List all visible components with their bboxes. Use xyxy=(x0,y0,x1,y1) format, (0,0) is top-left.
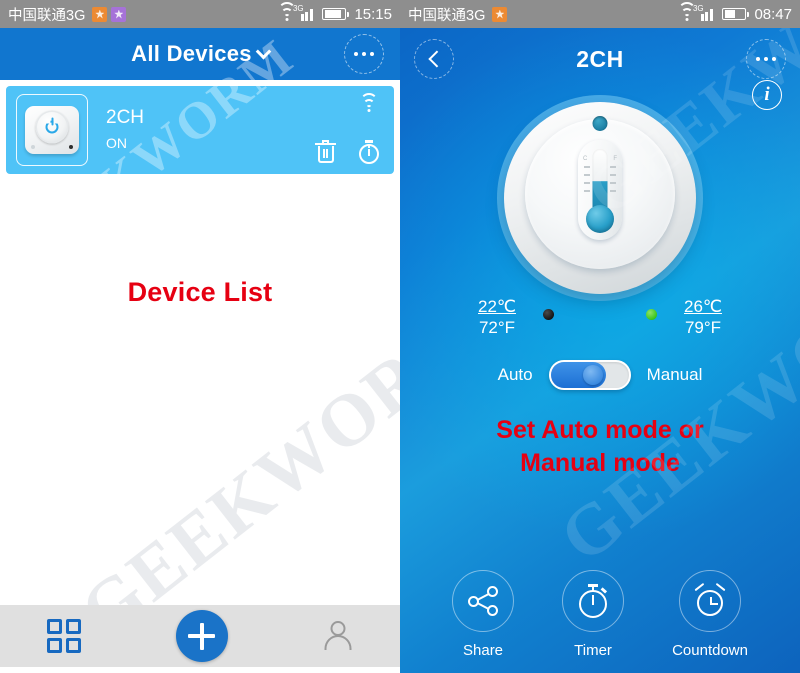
low-temp-fahrenheit: 72°F xyxy=(478,318,516,337)
mode-selector-row: Auto Manual xyxy=(400,360,800,390)
device-name: 2CH xyxy=(106,107,145,128)
chevron-down-icon xyxy=(255,43,272,59)
carrier-label: 中国联通3G xyxy=(408,7,486,24)
status-bar-right: 中国联通3G 3G 08:47 xyxy=(400,0,800,28)
nav-bottom-strip xyxy=(0,667,400,673)
app-header-left: All Devices xyxy=(0,28,400,80)
screenshot-root: 中国联通3G 3G 15:15 All Devices 2CH ON Devic… xyxy=(0,0,800,673)
auto-mode-label[interactable]: Auto xyxy=(498,365,533,385)
timer-button[interactable] xyxy=(562,570,625,632)
device-list-screen: 中国联通3G 3G 15:15 All Devices 2CH ON Devic… xyxy=(0,0,400,673)
network-type-label: 3G xyxy=(692,3,704,13)
stopwatch-icon xyxy=(577,584,609,618)
status-right-cluster: 3G 08:47 xyxy=(677,2,792,23)
back-chevron-icon[interactable] xyxy=(414,39,454,79)
page-title: 2CH xyxy=(576,45,624,72)
app-header-right: 2CH xyxy=(400,28,800,90)
annotation-mode: Set Auto mode or Manual mode xyxy=(400,414,800,480)
timer-label: Timer xyxy=(574,642,612,659)
trash-icon[interactable] xyxy=(315,140,336,164)
unit-celsius-label: C xyxy=(583,156,588,163)
black-indicator-dot xyxy=(543,309,554,320)
plus-icon[interactable] xyxy=(175,610,228,662)
clock-label: 15:15 xyxy=(354,5,392,23)
countdown-action[interactable]: Countdown xyxy=(672,570,748,659)
unit-fahrenheit-label: F xyxy=(613,156,617,163)
notification-icon-orange xyxy=(492,6,508,22)
countdown-button[interactable] xyxy=(679,570,742,632)
device-state: ON xyxy=(106,135,127,151)
battery-icon xyxy=(322,8,349,20)
high-temp-fahrenheit: 79°F xyxy=(684,318,722,337)
low-temperature-block[interactable]: 22℃ 72°F xyxy=(478,296,516,338)
clock-label: 08:47 xyxy=(754,5,792,23)
stopwatch-icon[interactable] xyxy=(358,140,380,164)
high-temperature-block[interactable]: 26℃ 79°F xyxy=(684,296,722,338)
annotation-device-list: Device List xyxy=(127,277,273,307)
wifi-icon xyxy=(360,93,378,112)
bottom-navigation-bar xyxy=(0,605,400,667)
more-options-icon[interactable] xyxy=(344,34,384,74)
power-symbol-icon xyxy=(46,121,59,134)
action-bar: Share Timer Countdown xyxy=(400,570,800,659)
timer-action[interactable]: Timer xyxy=(562,570,625,659)
status-dot-icon xyxy=(592,116,608,131)
network-type-label: 3G xyxy=(292,3,304,13)
share-action[interactable]: Share xyxy=(452,570,515,659)
share-icon xyxy=(468,586,499,616)
status-right-cluster: 3G 15:15 xyxy=(277,2,392,23)
all-devices-dropdown[interactable]: All Devices xyxy=(131,41,272,67)
status-app-icons xyxy=(92,6,127,22)
device-detail-screen: 中国联通3G 3G 08:47 2CH i C F 22℃ 72°F 26℃ 7… xyxy=(400,0,800,673)
device-thumbnail xyxy=(16,94,88,166)
share-button[interactable] xyxy=(452,570,515,632)
manual-mode-label[interactable]: Manual xyxy=(647,365,703,385)
thermostat-dial-area: C F xyxy=(400,102,800,294)
signal-icon: 3G xyxy=(693,4,718,21)
mode-toggle[interactable] xyxy=(548,360,631,390)
high-temp-celsius[interactable]: 26℃ xyxy=(684,296,722,317)
annotation-mode-line1: Set Auto mode or xyxy=(496,416,704,444)
grid-icon[interactable] xyxy=(47,619,82,653)
carrier-label: 中国联通3G xyxy=(8,7,86,24)
low-temp-celsius[interactable]: 22℃ xyxy=(478,296,516,317)
page-title: All Devices xyxy=(131,41,252,66)
device-meta: 2CH ON xyxy=(106,106,144,154)
green-indicator-dot xyxy=(646,309,657,320)
share-label: Share xyxy=(463,642,504,659)
countdown-label: Countdown xyxy=(672,642,748,659)
thermostat-dial[interactable]: C F xyxy=(504,102,696,294)
battery-icon xyxy=(722,8,749,20)
temperature-readouts: 22℃ 72°F 26℃ 79°F xyxy=(400,296,800,342)
notification-icon-orange xyxy=(92,6,108,22)
alarm-clock-icon xyxy=(694,582,726,617)
watermark: GEEKWORM xyxy=(65,290,400,654)
device-list-item[interactable]: 2CH ON xyxy=(6,86,394,174)
power-switch-icon xyxy=(25,106,79,154)
more-options-icon[interactable] xyxy=(746,39,786,79)
thermometer-icon: C F xyxy=(578,140,622,241)
device-actions xyxy=(315,140,380,164)
notification-icon-purple xyxy=(111,6,127,22)
status-app-icons xyxy=(492,6,508,22)
status-bar-left: 中国联通3G 3G 15:15 xyxy=(0,0,400,28)
person-icon[interactable] xyxy=(323,619,353,653)
signal-icon: 3G xyxy=(293,4,318,21)
annotation-mode-line2: Manual mode xyxy=(520,449,680,477)
